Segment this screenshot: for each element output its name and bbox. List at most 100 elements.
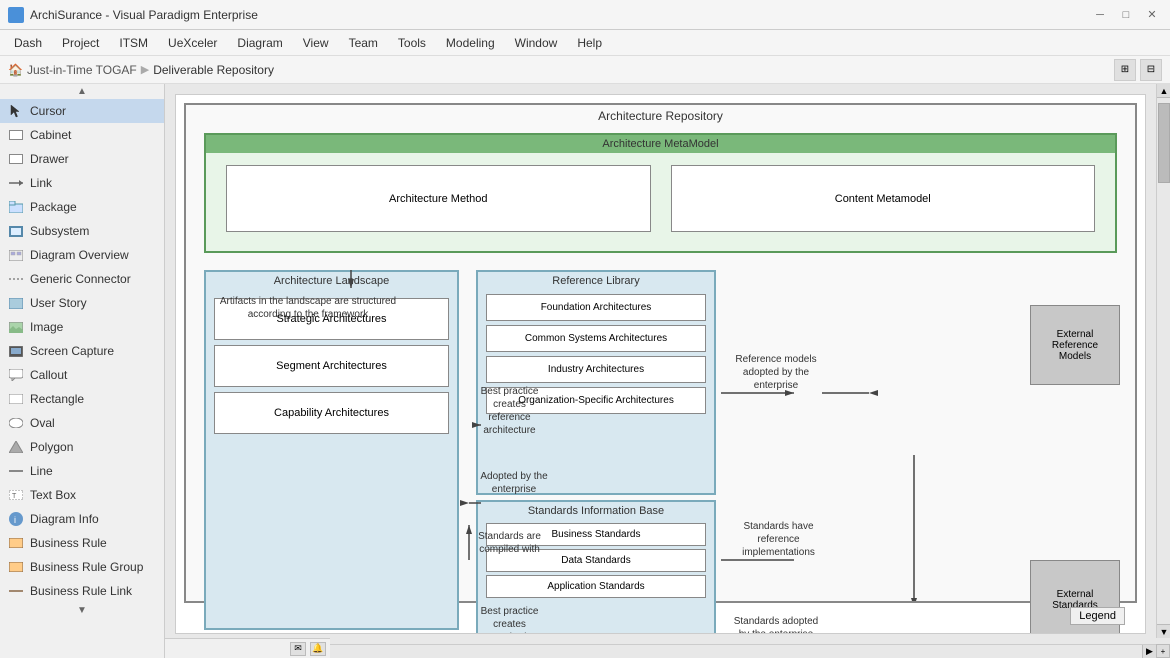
- tool-package[interactable]: Package: [0, 195, 164, 219]
- tool-rectangle[interactable]: Rectangle: [0, 387, 164, 411]
- tool-cabinet[interactable]: Cabinet: [0, 123, 164, 147]
- drawer-icon: [8, 151, 24, 167]
- menu-help[interactable]: Help: [567, 30, 612, 55]
- notification-button[interactable]: 🔔: [310, 642, 326, 656]
- business-rule-icon: [8, 535, 24, 551]
- metamodel-title: Architecture MetaModel: [206, 135, 1115, 153]
- scroll-down-button[interactable]: ▼: [1157, 624, 1170, 638]
- corner-plus-button[interactable]: +: [1156, 644, 1170, 658]
- tool-user-story[interactable]: User Story: [0, 291, 164, 315]
- tool-polygon[interactable]: Polygon: [0, 435, 164, 459]
- tool-diagram-info[interactable]: i Diagram Info: [0, 507, 164, 531]
- tool-generic-connector-label: Generic Connector: [30, 272, 131, 286]
- package-icon: [8, 199, 24, 215]
- legend-button[interactable]: Legend: [1070, 607, 1125, 625]
- tool-diagram-overview-label: Diagram Overview: [30, 248, 129, 262]
- breadcrumb-jit[interactable]: Just-in-Time TOGAF: [27, 63, 137, 77]
- tool-screen-capture[interactable]: Screen Capture: [0, 339, 164, 363]
- standards-title: Standards Information Base: [478, 502, 714, 520]
- annotation-landscape: Artifacts in the landscape are structure…: [218, 295, 398, 321]
- menu-project[interactable]: Project: [52, 30, 109, 55]
- standards-item-2[interactable]: Application Standards: [486, 575, 706, 598]
- ref-lib-item-0[interactable]: Foundation Architectures: [486, 294, 706, 321]
- menu-diagram[interactable]: Diagram: [227, 30, 292, 55]
- vertical-scrollbar[interactable]: ▲ ▼: [1156, 84, 1170, 638]
- tool-drawer[interactable]: Drawer: [0, 147, 164, 171]
- breadcrumb-bar: 🏠 Just-in-Time TOGAF ▶ Deliverable Repos…: [0, 56, 1170, 84]
- left-panel: ▲ Cursor Cabinet Drawer Link Package: [0, 84, 165, 658]
- diagram-info-icon: i: [8, 511, 24, 527]
- minimize-button[interactable]: ─: [1090, 5, 1110, 25]
- title-bar: ArchiSurance - Visual Paradigm Enterpris…: [0, 0, 1170, 30]
- metamodel-box: Architecture MetaModel Architecture Meth…: [204, 133, 1117, 253]
- tool-business-rule-group-label: Business Rule Group: [30, 560, 143, 574]
- tool-callout-label: Callout: [30, 368, 67, 382]
- business-rule-link-icon: [8, 583, 24, 599]
- ref-lib-item-1[interactable]: Common Systems Architectures: [486, 325, 706, 352]
- scroll-down-arrow[interactable]: ▼: [0, 603, 164, 618]
- scroll-track[interactable]: [1157, 98, 1170, 624]
- ext-ref-models-box[interactable]: External Reference Models: [1030, 305, 1120, 385]
- menu-dash[interactable]: Dash: [4, 30, 52, 55]
- tool-line[interactable]: Line: [0, 459, 164, 483]
- scroll-up-arrow[interactable]: ▲: [0, 84, 164, 99]
- tool-business-rule-group[interactable]: Business Rule Group: [0, 555, 164, 579]
- view-icon-2[interactable]: ⊟: [1140, 59, 1162, 81]
- image-icon: [8, 319, 24, 335]
- scroll-thumb[interactable]: [1158, 103, 1170, 183]
- tool-text-box[interactable]: T Text Box: [0, 483, 164, 507]
- landscape-item-1[interactable]: Segment Architectures: [214, 345, 449, 387]
- svg-text:i: i: [14, 515, 16, 525]
- tool-callout[interactable]: Callout: [0, 363, 164, 387]
- canvas-area[interactable]: Architecture Repository Architecture Met…: [165, 84, 1170, 658]
- tool-link-label: Link: [30, 176, 52, 190]
- landscape-container: Architecture Landscape Strategic Archite…: [204, 270, 459, 630]
- app-icon: [8, 7, 24, 23]
- callout-icon: [8, 367, 24, 383]
- polygon-icon: [8, 439, 24, 455]
- scroll-right-button[interactable]: ▶: [1142, 645, 1156, 658]
- content-box[interactable]: Content Metamodel: [671, 165, 1096, 232]
- close-button[interactable]: ✕: [1142, 5, 1162, 25]
- annotation-creates-std: Best practice creates standards: [472, 605, 547, 634]
- user-story-icon: [8, 295, 24, 311]
- tool-business-rule-link-label: Business Rule Link: [30, 584, 132, 598]
- landscape-title: Architecture Landscape: [206, 272, 457, 290]
- tool-subsystem[interactable]: Subsystem: [0, 219, 164, 243]
- ref-lib-item-2[interactable]: Industry Architectures: [486, 356, 706, 383]
- tool-generic-connector[interactable]: Generic Connector: [0, 267, 164, 291]
- tool-cabinet-label: Cabinet: [30, 128, 71, 142]
- tool-business-rule-link[interactable]: Business Rule Link: [0, 579, 164, 603]
- breadcrumb-arrow: ▶: [141, 63, 149, 76]
- menu-window[interactable]: Window: [505, 30, 568, 55]
- menu-tools[interactable]: Tools: [388, 30, 436, 55]
- tool-link[interactable]: Link: [0, 171, 164, 195]
- tool-subsystem-label: Subsystem: [30, 224, 89, 238]
- tool-user-story-label: User Story: [30, 296, 87, 310]
- tool-screen-capture-label: Screen Capture: [30, 344, 114, 358]
- tool-oval-label: Oval: [30, 416, 55, 430]
- tool-text-box-label: Text Box: [30, 488, 76, 502]
- landscape-item-2[interactable]: Capability Architectures: [214, 392, 449, 434]
- tool-business-rule[interactable]: Business Rule: [0, 531, 164, 555]
- menu-itsm[interactable]: ITSM: [109, 30, 158, 55]
- annotation-best-practice: Best practice creates reference architec…: [472, 385, 547, 437]
- tool-cursor[interactable]: Cursor: [0, 99, 164, 123]
- menu-uexceler[interactable]: UeXceler: [158, 30, 227, 55]
- link-icon: [8, 175, 24, 191]
- mail-button[interactable]: ✉: [290, 642, 306, 656]
- scroll-up-button[interactable]: ▲: [1157, 84, 1170, 98]
- view-icon-1[interactable]: ⊞: [1114, 59, 1136, 81]
- menu-modeling[interactable]: Modeling: [436, 30, 505, 55]
- maximize-button[interactable]: □: [1116, 5, 1136, 25]
- tool-oval[interactable]: Oval: [0, 411, 164, 435]
- cabinet-icon: [8, 127, 24, 143]
- menu-view[interactable]: View: [293, 30, 339, 55]
- text-box-icon: T: [8, 487, 24, 503]
- menu-team[interactable]: Team: [339, 30, 388, 55]
- tool-diagram-overview[interactable]: Diagram Overview: [0, 243, 164, 267]
- tool-image[interactable]: Image: [0, 315, 164, 339]
- breadcrumb-current: Deliverable Repository: [153, 63, 274, 77]
- annotation-std-ref: Standards have reference implementations: [731, 520, 826, 559]
- method-box[interactable]: Architecture Method: [226, 165, 651, 232]
